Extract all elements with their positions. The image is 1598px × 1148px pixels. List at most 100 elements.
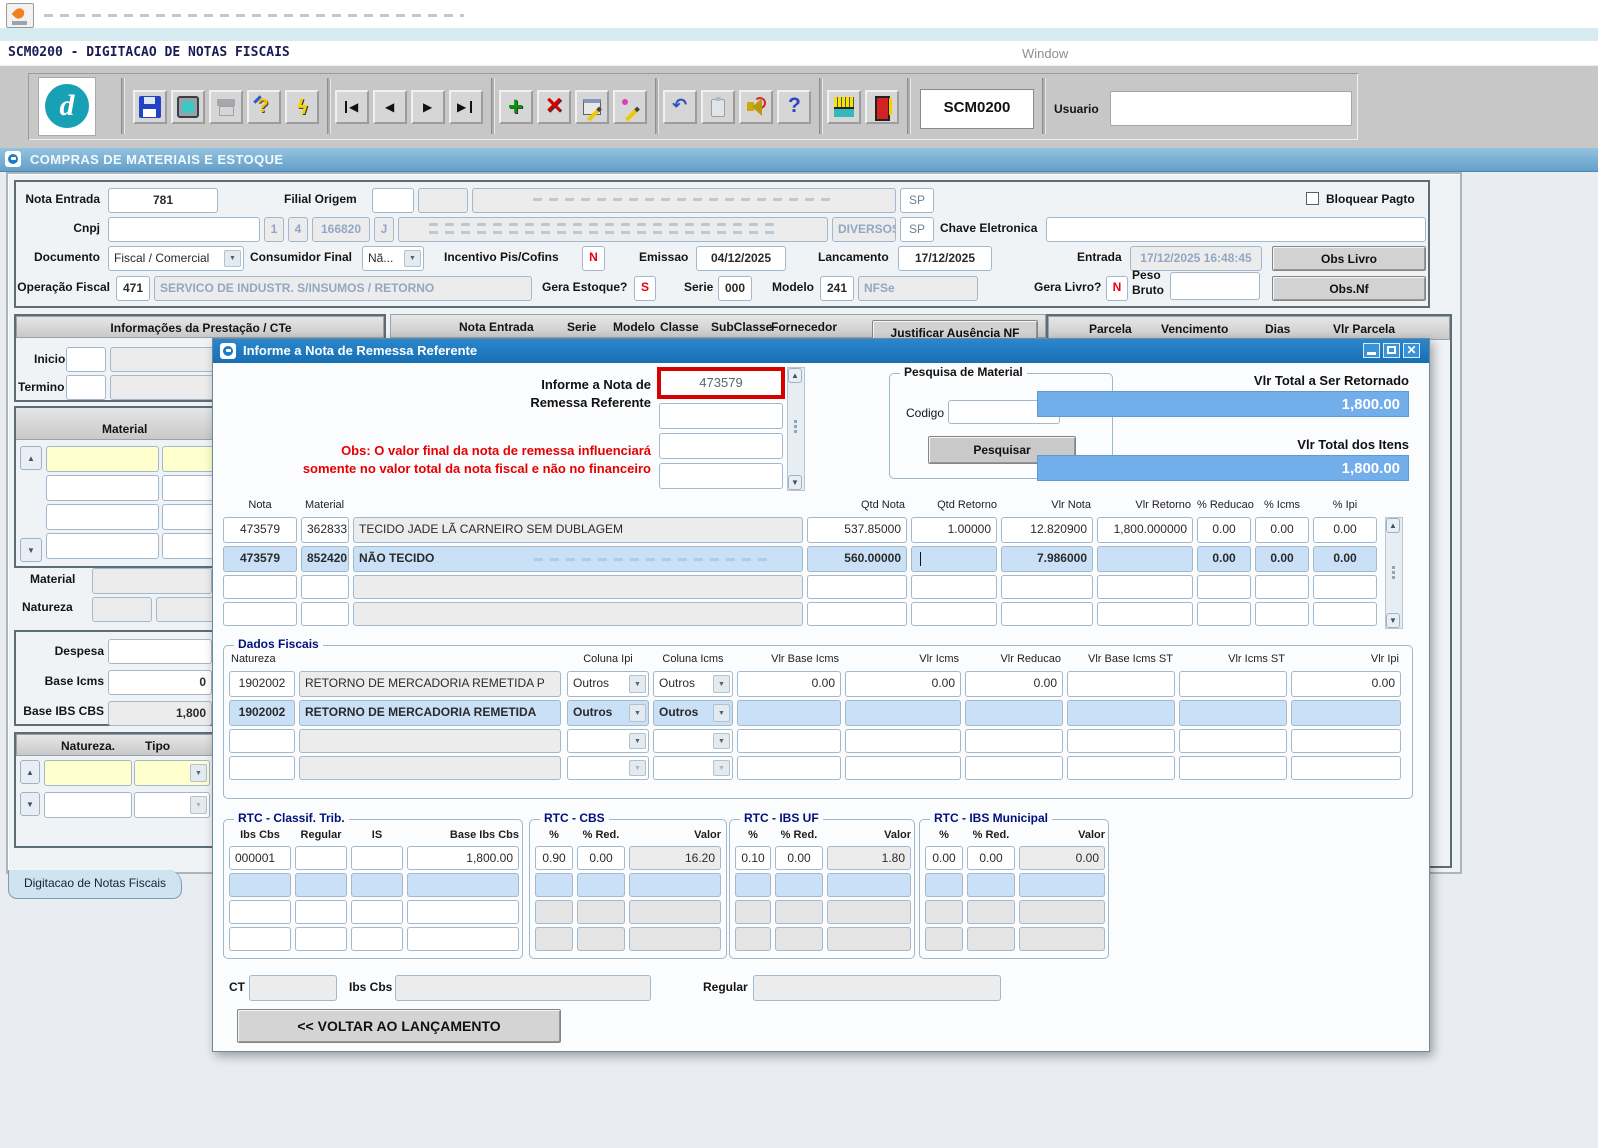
remessa-input-2[interactable] <box>659 403 783 429</box>
grid-cell-qtd-retorno[interactable] <box>911 546 997 572</box>
grid-scrollbar[interactable]: ▲ ▼ <box>1385 517 1403 629</box>
df-cell[interactable]: ▼ <box>653 756 733 780</box>
bloquear-pagto-checkbox[interactable] <box>1306 192 1319 205</box>
rtc-cell[interactable] <box>351 927 403 951</box>
df-natureza[interactable]: 1902002 <box>229 700 295 726</box>
help-button[interactable] <box>777 90 811 124</box>
grid-cell[interactable] <box>301 575 349 599</box>
scroll-up-button[interactable]: ▲ <box>20 446 42 470</box>
df-descricao[interactable]: RETORNO DE MERCADORIA REMETIDA <box>299 700 561 726</box>
rtc-cell[interactable] <box>407 927 519 951</box>
chevron-down-icon[interactable]: ▼ <box>713 733 730 749</box>
rtc-cell[interactable] <box>1019 873 1105 897</box>
scroll-up-button[interactable]: ▲ <box>1386 518 1400 533</box>
grid-cell[interactable] <box>1313 575 1377 599</box>
grid-cell[interactable] <box>353 575 803 599</box>
material-cell[interactable] <box>46 475 159 501</box>
nav-last-button[interactable] <box>449 90 483 124</box>
rtc-uf-red[interactable]: 0.00 <box>775 846 823 870</box>
chevron-down-icon[interactable]: ▼ <box>713 704 730 722</box>
grid-cell[interactable] <box>223 575 297 599</box>
df-cell[interactable] <box>299 756 561 780</box>
rtc-cell[interactable] <box>295 900 347 924</box>
rtc-cell[interactable] <box>577 873 625 897</box>
df-cell[interactable] <box>229 729 295 753</box>
scroll-up-button[interactable]: ▲ <box>20 760 40 784</box>
grid-cell-qtd-nota[interactable]: 537.85000 <box>807 517 907 543</box>
df-cell[interactable] <box>229 756 295 780</box>
grid-cell[interactable] <box>1197 602 1251 626</box>
cnpj-field[interactable] <box>108 217 260 242</box>
filial-origem-field1[interactable] <box>372 188 414 213</box>
scroll-down-button[interactable]: ▼ <box>20 538 42 562</box>
ct-field[interactable] <box>249 975 337 1001</box>
rtc-cell[interactable] <box>629 873 721 897</box>
edit-button[interactable] <box>613 90 647 124</box>
rtc-uf-pct[interactable]: 0.10 <box>735 846 771 870</box>
df-cell[interactable] <box>1067 729 1175 753</box>
df-cell[interactable] <box>1179 756 1287 780</box>
scroll-down-button[interactable]: ▼ <box>20 792 40 816</box>
alerts-button[interactable] <box>739 90 773 124</box>
rtc-cbs-pct[interactable]: 0.90 <box>535 846 573 870</box>
termino-field1[interactable] <box>66 375 106 400</box>
modelo-field[interactable]: 241 <box>820 276 854 301</box>
chevron-down-icon[interactable]: ▼ <box>404 250 421 267</box>
close-button[interactable]: ✕ <box>1403 343 1420 358</box>
rtc-cell[interactable] <box>351 873 403 897</box>
grid-cell[interactable] <box>1313 602 1377 626</box>
consumidor-final-select[interactable]: Nã... ▼ <box>362 246 424 271</box>
df-vlr-icms[interactable]: 0.00 <box>845 671 961 697</box>
df-cell[interactable] <box>737 756 841 780</box>
regular-field[interactable] <box>753 975 1001 1001</box>
grid-cell[interactable] <box>807 602 907 626</box>
rtc-cell[interactable] <box>925 873 963 897</box>
help-edit-button[interactable] <box>247 90 281 124</box>
rtc-base-ibs-cbs[interactable]: 1,800.00 <box>407 846 519 870</box>
rtc-regular[interactable] <box>295 846 347 870</box>
material-cell[interactable] <box>46 504 159 530</box>
grid-cell-pct-icms[interactable]: 0.00 <box>1255 517 1309 543</box>
df-cell[interactable] <box>845 729 961 753</box>
df-cell[interactable] <box>845 756 961 780</box>
grid-cell-descricao[interactable]: TECIDO JADE LÃ CARNEIRO SEM DUBLAGEM <box>353 517 803 543</box>
chevron-down-icon[interactable]: ▼ <box>713 760 730 776</box>
despesa-field[interactable] <box>108 639 212 664</box>
rtc-cell[interactable] <box>351 900 403 924</box>
grid-cell[interactable] <box>1001 602 1093 626</box>
df-cell[interactable] <box>1291 756 1401 780</box>
grid-cell-material[interactable]: 362833 <box>301 517 349 543</box>
modal-titlebar[interactable]: Informe a Nota de Remessa Referente ✕ <box>213 339 1429 363</box>
grid-cell-descricao[interactable]: NÃO TECIDO <box>353 546 803 572</box>
scroll-down-button[interactable]: ▼ <box>788 475 802 490</box>
grid-cell[interactable] <box>1001 575 1093 599</box>
grid-cell-pct-ipi[interactable]: 0.00 <box>1313 517 1377 543</box>
df-vlr-icms[interactable] <box>845 700 961 726</box>
grid-cell-nota[interactable]: 473579 <box>223 517 297 543</box>
grid-cell-pct-icms[interactable]: 0.00 <box>1255 546 1309 572</box>
grid-cell[interactable] <box>1255 575 1309 599</box>
clipboard-button[interactable] <box>701 90 735 124</box>
ibs-cbs-field[interactable] <box>395 975 651 1001</box>
undo-button[interactable] <box>663 90 697 124</box>
delete-record-button[interactable] <box>537 90 571 124</box>
serie-field[interactable]: 000 <box>718 276 752 301</box>
df-cell[interactable] <box>965 729 1063 753</box>
df-coluna-icms-select[interactable]: Outros▼ <box>653 700 733 726</box>
edit-record-button[interactable] <box>575 90 609 124</box>
inicio-field1[interactable] <box>66 347 106 372</box>
rtc-is[interactable] <box>351 846 403 870</box>
remessa-input-highlighted[interactable]: 473579 <box>657 367 785 399</box>
df-cell[interactable]: ▼ <box>567 756 649 780</box>
exit-button[interactable] <box>865 90 899 124</box>
chevron-down-icon[interactable]: ▼ <box>629 704 646 722</box>
nav-next-button[interactable] <box>411 90 445 124</box>
natureza-cell[interactable] <box>44 760 132 786</box>
rtc-cell[interactable] <box>229 873 291 897</box>
view-button[interactable] <box>171 90 205 124</box>
rtc-mun-pct[interactable]: 0.00 <box>925 846 963 870</box>
grid-cell-vlr-retorno[interactable] <box>1097 546 1193 572</box>
tipo-cell[interactable]: ▼ <box>134 760 210 786</box>
gera-estoque-flag[interactable]: S <box>634 276 656 301</box>
rtc-cell[interactable] <box>535 873 573 897</box>
